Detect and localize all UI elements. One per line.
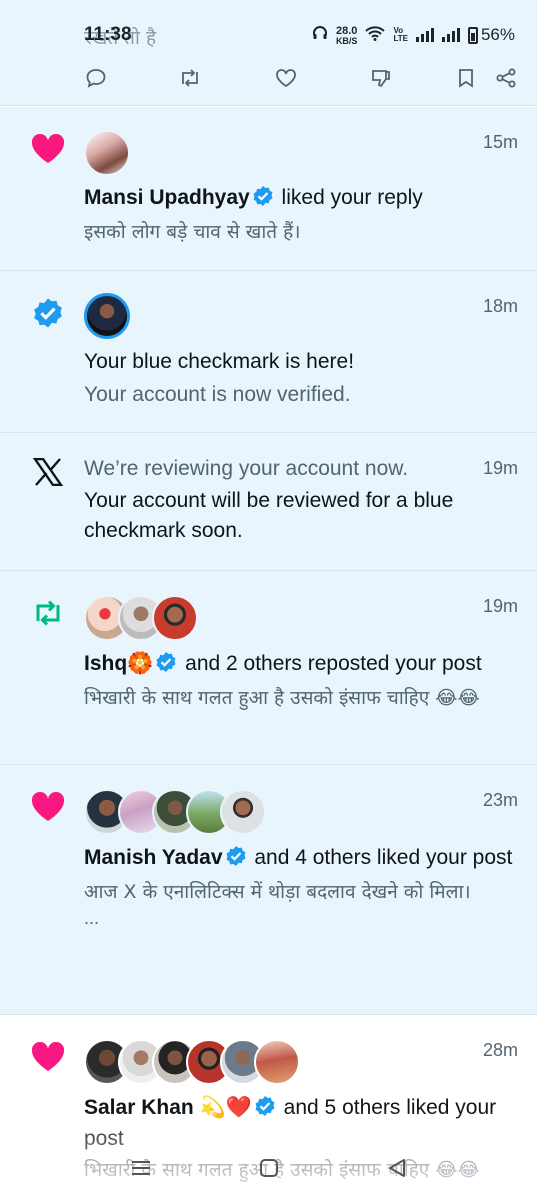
status-bar: रखते तो है 11:38 28.0 KB/S Vo LTE 56% — [84, 22, 515, 49]
time-ago: 15m — [482, 132, 518, 152]
post-text: इसको लोग बड़े चाव से खाते हैं। — [84, 221, 301, 243]
user-name[interactable]: Ishq🏵️ — [84, 652, 153, 675]
heart-icon — [30, 1039, 66, 1075]
status-time: 11:38 — [84, 24, 132, 45]
avatar-group — [84, 595, 198, 641]
notification-body: Mansi Upadhyay liked your reply इसको लोग… — [84, 184, 519, 247]
back-icon[interactable] — [382, 1155, 412, 1181]
notification-subtitle: Your account is now verified. — [84, 383, 351, 406]
repost-icon[interactable] — [178, 66, 202, 90]
notification-detail: Your account will be reviewed for a blue… — [84, 486, 519, 546]
bookmark-icon[interactable] — [454, 66, 478, 90]
avatar[interactable] — [84, 130, 130, 176]
notification-item[interactable]: 19m We’re reviewing your account now. Yo… — [0, 433, 537, 571]
notification-title: We’re reviewing your account now. — [84, 457, 409, 480]
wifi-icon — [365, 25, 386, 46]
headphones-icon — [312, 25, 328, 46]
action-text: and 2 others reposted your post — [179, 652, 482, 675]
time-ago: 19m — [482, 596, 518, 616]
notification-body: Ishq🏵️ and 2 others reposted your post भ… — [84, 650, 519, 713]
avatar-group — [84, 130, 130, 176]
notification-body: Manish Yadav and 4 others liked your pos… — [84, 844, 519, 929]
avatar-group — [84, 789, 266, 835]
post-text: भिखारी के साथ गलत हुआ है उसको इंसाफ चाहि… — [84, 687, 480, 709]
action-text: liked your reply — [275, 186, 423, 209]
post-action-bar — [84, 66, 518, 92]
avatar-group — [84, 1039, 300, 1085]
time-ago: 28m — [482, 1040, 518, 1060]
notification-item[interactable]: 18m Your blue checkmark is here! Your ac… — [0, 271, 537, 433]
status-icons: 28.0 KB/S Vo LTE 56% — [312, 25, 515, 46]
net-speed: 28.0 KB/S — [335, 24, 358, 46]
verified-badge-icon — [225, 845, 247, 875]
verified-badge-icon — [155, 651, 177, 681]
notification-item[interactable]: 15m Mansi Upadhyay liked your reply इसको… — [0, 107, 537, 271]
notification-feed: 15m Mansi Upadhyay liked your reply इसको… — [0, 107, 537, 1199]
volte-indicator: Vo LTE — [393, 26, 408, 43]
user-name[interactable]: Manish Yadav — [84, 846, 223, 869]
verified-badge-icon — [254, 1095, 276, 1125]
battery-indicator: 56% — [467, 25, 515, 45]
verified-badge-icon — [252, 185, 274, 215]
avatar[interactable] — [84, 293, 130, 339]
share-icon[interactable] — [494, 66, 518, 90]
home-icon[interactable] — [254, 1155, 284, 1181]
recents-icon[interactable] — [126, 1155, 156, 1181]
avatar[interactable] — [152, 595, 198, 641]
notification-text: Your account will be reviewed for a blue… — [84, 489, 454, 542]
signal-icon-sim2 — [441, 28, 460, 42]
signal-icon-sim1 — [415, 28, 434, 42]
avatar[interactable] — [254, 1039, 300, 1085]
heart-icon — [30, 789, 66, 825]
notification-item[interactable]: 19m Ishq🏵️ and 2 others reposted your po… — [0, 571, 537, 765]
time-ago: 19m — [482, 458, 518, 478]
time-ago: 18m — [482, 296, 518, 316]
notification-title: Your blue checkmark is here! — [84, 350, 355, 373]
reply-icon[interactable] — [84, 66, 108, 90]
post-text: आज X के एनालिटिक्स में थोड़ा बदलाव देखने… — [84, 881, 471, 903]
avatar[interactable] — [220, 789, 266, 835]
notification-body: We’re reviewing your account now. — [84, 455, 477, 483]
notification-body: Your blue checkmark is here! Your accoun… — [84, 348, 519, 409]
action-text: and 4 others liked your post — [248, 846, 513, 869]
system-nav-bar — [0, 1137, 537, 1199]
avatar-group — [84, 293, 130, 339]
verified-badge-icon — [30, 295, 66, 331]
x-logo-icon — [30, 454, 66, 490]
post-ellipsis: ... — [84, 908, 100, 928]
dislike-icon[interactable] — [369, 66, 393, 90]
time-ago: 23m — [482, 790, 518, 810]
like-icon[interactable] — [274, 66, 298, 90]
user-name[interactable]: Mansi Upadhyay — [84, 186, 250, 209]
notification-item[interactable]: 23m Manish Yadav and 4 others liked your… — [0, 765, 537, 1015]
battery-icon — [467, 26, 478, 44]
user-name[interactable]: Salar Khan 💫❤️ — [84, 1096, 252, 1119]
top-area: रखते तो है 11:38 28.0 KB/S Vo LTE 56% — [0, 0, 537, 106]
repost-icon — [30, 595, 66, 631]
heart-icon — [30, 131, 66, 167]
